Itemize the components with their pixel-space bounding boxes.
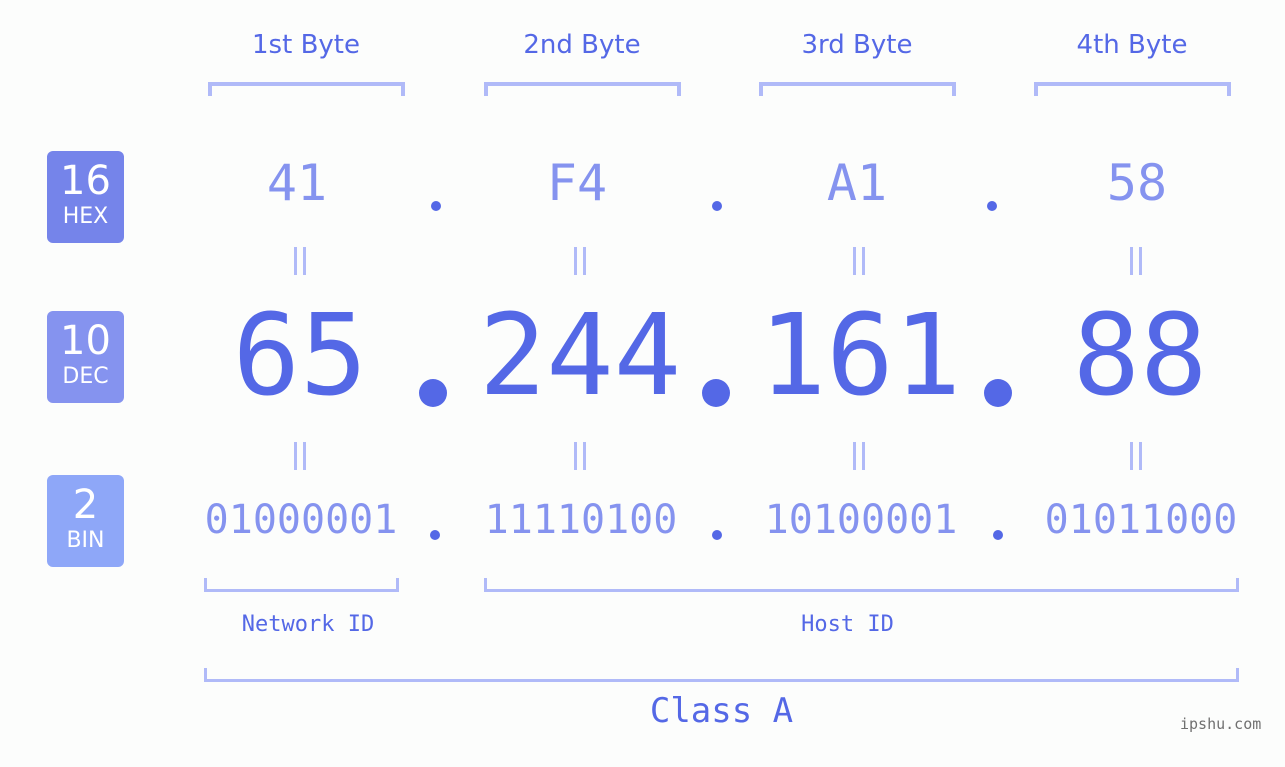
byte-bracket-1 [208, 82, 405, 96]
dec-octet-4: 88 [1072, 291, 1208, 421]
network-id-label: Network ID [241, 612, 375, 637]
dec-dot-separator [984, 379, 1012, 407]
bin-base-number: 2 [72, 482, 99, 528]
byte-header-3: 3rd Byte [801, 30, 913, 60]
bin-base-badge: 2 BIN [47, 475, 124, 567]
equals-icon [572, 442, 588, 470]
equals-icon [572, 247, 588, 275]
byte-bracket-2 [484, 82, 681, 96]
byte-bracket-4 [1034, 82, 1231, 96]
dec-dot-separator [419, 379, 447, 407]
bin-octet-3: 10100001 [764, 497, 958, 543]
hex-octet-3: A1 [826, 154, 888, 212]
bin-base-label: BIN [66, 528, 105, 553]
ip-class-label: Class A [649, 691, 794, 731]
bin-dot-separator [430, 530, 440, 540]
dec-octet-3: 161 [758, 291, 962, 421]
hex-base-number: 16 [60, 158, 111, 204]
bin-dot-separator [712, 530, 722, 540]
bin-octet-4: 01011000 [1044, 497, 1238, 543]
bin-octet-1: 01000001 [204, 497, 398, 543]
equals-icon [851, 247, 867, 275]
equals-icon [1128, 442, 1144, 470]
watermark: ipshu.com [1180, 715, 1262, 733]
host-id-bracket [484, 578, 1239, 592]
hex-dot-separator [987, 201, 997, 211]
equals-icon [292, 247, 308, 275]
hex-base-badge: 16 HEX [47, 151, 124, 243]
hex-octet-4: 58 [1106, 154, 1168, 212]
hex-octet-2: F4 [546, 154, 608, 212]
equals-icon [292, 442, 308, 470]
equals-icon [851, 442, 867, 470]
host-id-label: Host ID [801, 612, 894, 637]
dec-base-label: DEC [62, 364, 109, 389]
hex-dot-separator [431, 201, 441, 211]
network-id-bracket [204, 578, 399, 592]
dec-base-badge: 10 DEC [47, 311, 124, 403]
byte-bracket-3 [759, 82, 956, 96]
hex-octet-1: 41 [266, 154, 328, 212]
equals-icon [1128, 247, 1144, 275]
dec-octet-1: 65 [232, 291, 368, 421]
hex-dot-separator [712, 201, 722, 211]
class-bracket [204, 668, 1239, 682]
dec-octet-2: 244 [478, 291, 682, 421]
bin-octet-2: 11110100 [484, 497, 678, 543]
dec-base-number: 10 [60, 318, 111, 364]
bin-dot-separator [993, 530, 1003, 540]
byte-header-2: 2nd Byte [523, 30, 641, 60]
dec-dot-separator [702, 379, 730, 407]
hex-base-label: HEX [62, 204, 109, 229]
byte-header-4: 4th Byte [1076, 30, 1188, 60]
byte-header-1: 1st Byte [252, 30, 360, 60]
